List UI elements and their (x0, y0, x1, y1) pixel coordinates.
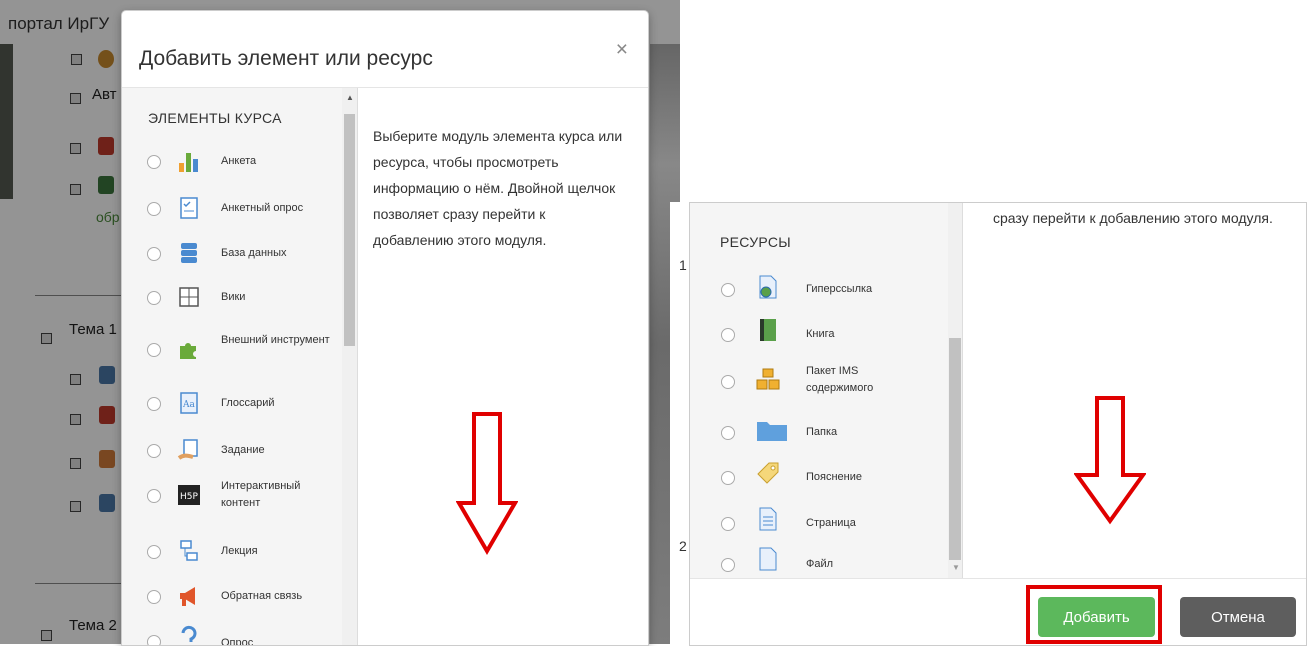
option-feedback-survey[interactable]: Анкета (122, 141, 342, 181)
wiki-icon (179, 287, 199, 307)
option-external-tool[interactable]: Внешний инструмент (122, 329, 342, 369)
book-icon (760, 319, 776, 341)
section-label-activities: ЭЛЕМЕНТЫ КУРСА (148, 110, 282, 126)
lesson-icon (180, 540, 198, 561)
database-icon (181, 243, 197, 263)
questionnaire-icon (180, 197, 198, 219)
option-radio[interactable] (147, 155, 161, 169)
option-label: Папка (806, 426, 838, 438)
option-label: Анкетный опрос (221, 202, 304, 214)
h5p-icon: H5P (178, 485, 200, 505)
option-label: Глоссарий (221, 397, 275, 409)
option-label: База данных (221, 247, 287, 259)
feedback-icon (180, 587, 195, 606)
background-digit: 1 (679, 257, 687, 273)
assignment-icon (177, 439, 198, 460)
scrollbar-thumb[interactable] (949, 338, 961, 560)
option-label: Обратная связь (221, 590, 303, 602)
option-radio[interactable] (147, 545, 161, 559)
option-label: Пояснение (806, 471, 863, 483)
page-icon (759, 507, 777, 531)
option-choice[interactable]: Опрос (122, 621, 342, 646)
option-radio[interactable] (147, 247, 161, 261)
option-radio[interactable] (721, 558, 735, 572)
option-glossary[interactable]: Aa Глоссарий (122, 383, 342, 423)
dialog-header: Добавить элемент или ресурс × (122, 11, 648, 88)
option-ims-package[interactable]: Пакет IMS содержимого (690, 359, 945, 399)
option-radio[interactable] (147, 291, 161, 305)
svg-text:H5P: H5P (180, 492, 198, 502)
option-label: Книга (806, 328, 835, 340)
option-radio[interactable] (721, 426, 735, 440)
module-description: Выберите модуль элемента курса или ресур… (373, 128, 623, 248)
option-label: Опрос (221, 637, 254, 646)
file-icon (759, 547, 777, 571)
option-page[interactable]: Страница (690, 501, 945, 541)
option-label: Файл (806, 558, 834, 570)
option-file[interactable]: Файл (690, 542, 945, 582)
survey-chart-icon (179, 153, 198, 172)
option-database[interactable]: База данных (122, 233, 342, 273)
label-tag-icon (757, 462, 779, 484)
scroll-down-arrow-annotation (456, 412, 518, 555)
option-radio[interactable] (721, 283, 735, 297)
option-radio[interactable] (147, 397, 161, 411)
module-description-tail: сразу перейти к добавлению этого модуля. (993, 210, 1273, 226)
option-radio[interactable] (147, 590, 161, 604)
cancel-button[interactable]: Отмена (1180, 597, 1296, 637)
option-radio[interactable] (721, 328, 735, 342)
option-feedback[interactable]: Обратная связь (122, 576, 342, 616)
add-button[interactable]: Добавить (1038, 597, 1155, 637)
option-radio[interactable] (721, 471, 735, 485)
option-label: Страница (806, 517, 856, 529)
url-icon (759, 275, 777, 299)
option-label: Внешний инструмент (221, 334, 330, 346)
svg-text:Aa: Aa (182, 400, 195, 410)
option-book[interactable]: Книга (690, 312, 945, 352)
option-radio[interactable] (147, 444, 161, 458)
section-label-resources: РЕСУРСЫ (720, 234, 791, 250)
option-interactive-content[interactable]: H5P Интерактивный контент (122, 475, 342, 515)
folder-icon (757, 422, 787, 441)
option-radio[interactable] (147, 489, 161, 503)
choice-icon (181, 625, 197, 642)
option-radio[interactable] (147, 343, 161, 357)
scroll-down-arrow-annotation (1074, 396, 1146, 525)
add-activity-dialog-scrolled: РЕСУРСЫ ▼ Гиперссылка Книга Пакет IMS со… (689, 202, 1307, 646)
background-digit: 2 (679, 538, 687, 554)
dialog-title: Добавить элемент или ресурс (139, 47, 433, 70)
puzzle-icon (180, 343, 196, 359)
ims-package-icon (756, 368, 780, 390)
option-label-resource[interactable]: Пояснение (690, 455, 945, 495)
option-label: Задание (221, 444, 265, 456)
option-assignment[interactable]: Задание (122, 430, 342, 470)
option-radio[interactable] (147, 202, 161, 216)
dialog-footer: Добавить Отмена (690, 578, 1306, 645)
scroll-up-arrow-icon[interactable]: ▲ (346, 93, 354, 102)
option-lesson[interactable]: Лекция (122, 531, 342, 571)
option-label: Интерактивный контент (221, 480, 301, 509)
option-url[interactable]: Гиперссылка (690, 267, 945, 307)
scroll-down-icon[interactable]: ▼ (952, 563, 960, 572)
option-radio[interactable] (721, 375, 735, 389)
option-folder[interactable]: Папка (690, 410, 945, 450)
option-label: Вики (221, 291, 246, 303)
scrollbar-thumb[interactable] (344, 114, 355, 346)
option-label: Пакет IMS содержимого (806, 365, 874, 394)
option-wiki[interactable]: Вики (122, 277, 342, 317)
option-questionnaire[interactable]: Анкетный опрос (122, 188, 342, 228)
option-radio[interactable] (721, 517, 735, 531)
option-label: Анкета (221, 155, 257, 167)
option-label: Лекция (221, 545, 258, 557)
option-radio[interactable] (147, 635, 161, 645)
glossary-icon: Aa (180, 392, 198, 414)
option-label: Гиперссылка (806, 283, 873, 295)
close-icon[interactable]: × (616, 38, 628, 62)
add-activity-dialog: Добавить элемент или ресурс × ЭЛЕМЕНТЫ К… (121, 10, 649, 646)
